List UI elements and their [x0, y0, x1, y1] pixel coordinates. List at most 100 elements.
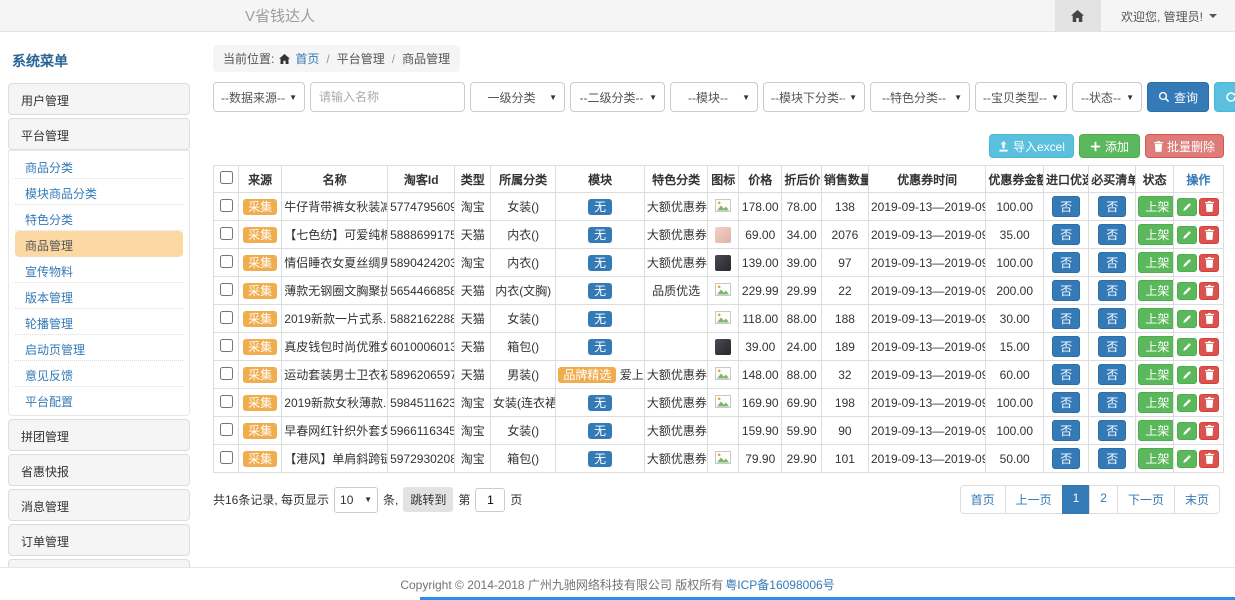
- must-buy-toggle[interactable]: 否: [1098, 364, 1126, 385]
- edit-button[interactable]: [1177, 198, 1197, 216]
- sidebar-item[interactable]: 拼团管理: [8, 419, 190, 451]
- sidebar-item[interactable]: 特色分类: [15, 205, 183, 231]
- edit-button[interactable]: [1177, 254, 1197, 272]
- page-button[interactable]: 首页: [960, 485, 1006, 514]
- name-search-input[interactable]: [310, 82, 465, 112]
- filter-level2-category[interactable]: --二级分类--▼: [570, 82, 665, 112]
- sidebar-item[interactable]: 版本管理: [15, 283, 183, 309]
- edit-button[interactable]: [1177, 338, 1197, 356]
- sidebar-item[interactable]: 轮播管理: [15, 309, 183, 335]
- status-button[interactable]: 上架: [1138, 420, 1173, 441]
- row-checkbox[interactable]: [220, 311, 233, 324]
- sidebar-item[interactable]: 启动页管理: [15, 335, 183, 361]
- must-buy-toggle[interactable]: 否: [1098, 448, 1126, 469]
- row-checkbox[interactable]: [220, 255, 233, 268]
- filter-item-type[interactable]: --宝贝类型--▼: [975, 82, 1067, 112]
- page-button[interactable]: 上一页: [1005, 485, 1063, 514]
- delete-button[interactable]: [1199, 226, 1219, 244]
- sidebar-item[interactable]: 订单管理: [8, 524, 190, 556]
- import-select-toggle[interactable]: 否: [1052, 364, 1080, 385]
- delete-button[interactable]: [1199, 422, 1219, 440]
- sidebar-item[interactable]: 宣传物料: [15, 257, 183, 283]
- sidebar-item[interactable]: 平台管理: [8, 118, 190, 150]
- import-select-toggle[interactable]: 否: [1052, 420, 1080, 441]
- sidebar-item[interactable]: 意见反馈: [15, 361, 183, 387]
- page-button[interactable]: 下一页: [1117, 485, 1175, 514]
- user-menu[interactable]: 欢迎您, 管理员!: [1121, 8, 1217, 25]
- row-checkbox[interactable]: [220, 339, 233, 352]
- delete-button[interactable]: [1199, 338, 1219, 356]
- filter-module-subcategory[interactable]: --模块下分类--▼: [763, 82, 865, 112]
- delete-button[interactable]: [1199, 310, 1219, 328]
- must-buy-toggle[interactable]: 否: [1098, 252, 1126, 273]
- status-button[interactable]: 上架: [1138, 280, 1173, 301]
- edit-button[interactable]: [1177, 226, 1197, 244]
- delete-button[interactable]: [1199, 394, 1219, 412]
- sidebar-item-active[interactable]: 商品管理: [15, 231, 183, 257]
- batch-delete-button[interactable]: 批量删除: [1145, 134, 1224, 158]
- edit-button[interactable]: [1177, 394, 1197, 412]
- sidebar-item[interactable]: 模块商品分类: [15, 179, 183, 205]
- import-select-toggle[interactable]: 否: [1052, 336, 1080, 357]
- row-checkbox[interactable]: [220, 227, 233, 240]
- must-buy-toggle[interactable]: 否: [1098, 224, 1126, 245]
- select-all-checkbox[interactable]: [220, 171, 233, 184]
- delete-button[interactable]: [1199, 254, 1219, 272]
- import-select-toggle[interactable]: 否: [1052, 308, 1080, 329]
- filter-module[interactable]: --模块--▼: [670, 82, 758, 112]
- row-checkbox[interactable]: [220, 283, 233, 296]
- sidebar-item[interactable]: 兑换管理: [8, 559, 190, 567]
- sidebar-item[interactable]: 消息管理: [8, 489, 190, 521]
- delete-button[interactable]: [1199, 198, 1219, 216]
- status-button[interactable]: 上架: [1138, 392, 1173, 413]
- row-checkbox[interactable]: [220, 199, 233, 212]
- edit-button[interactable]: [1177, 422, 1197, 440]
- import-select-toggle[interactable]: 否: [1052, 392, 1080, 413]
- delete-button[interactable]: [1199, 450, 1219, 468]
- must-buy-toggle[interactable]: 否: [1098, 196, 1126, 217]
- row-checkbox[interactable]: [220, 423, 233, 436]
- status-button[interactable]: 上架: [1138, 448, 1173, 469]
- sidebar-item[interactable]: 省惠快报: [8, 454, 190, 486]
- per-page-select[interactable]: 10 ▼: [334, 487, 378, 513]
- breadcrumb-home-link[interactable]: 首页: [295, 50, 319, 67]
- sidebar-item[interactable]: 平台配置: [15, 387, 183, 413]
- status-button[interactable]: 上架: [1138, 336, 1173, 357]
- import-excel-button[interactable]: 导入excel: [989, 134, 1074, 158]
- must-buy-toggle[interactable]: 否: [1098, 280, 1126, 301]
- import-select-toggle[interactable]: 否: [1052, 196, 1080, 217]
- edit-button[interactable]: [1177, 450, 1197, 468]
- edit-button[interactable]: [1177, 366, 1197, 384]
- import-select-toggle[interactable]: 否: [1052, 252, 1080, 273]
- page-button[interactable]: 1: [1062, 485, 1091, 514]
- status-button[interactable]: 上架: [1138, 224, 1173, 245]
- filter-status[interactable]: --状态--▼: [1072, 82, 1142, 112]
- jump-button[interactable]: 跳转到: [403, 487, 453, 512]
- page-button[interactable]: 末页: [1174, 485, 1220, 514]
- import-select-toggle[interactable]: 否: [1052, 224, 1080, 245]
- must-buy-toggle[interactable]: 否: [1098, 308, 1126, 329]
- page-number-input[interactable]: [475, 488, 505, 512]
- edit-button[interactable]: [1177, 282, 1197, 300]
- row-checkbox[interactable]: [220, 395, 233, 408]
- status-button[interactable]: 上架: [1138, 308, 1173, 329]
- filter-feature-category[interactable]: --特色分类--▼: [870, 82, 970, 112]
- filter-level1-category[interactable]: 一级分类▼: [470, 82, 565, 112]
- import-select-toggle[interactable]: 否: [1052, 448, 1080, 469]
- must-buy-toggle[interactable]: 否: [1098, 392, 1126, 413]
- import-select-toggle[interactable]: 否: [1052, 280, 1080, 301]
- reset-button[interactable]: 重置: [1214, 82, 1235, 112]
- filter-data-source[interactable]: --数据来源--▼: [213, 82, 305, 112]
- status-button[interactable]: 上架: [1138, 252, 1173, 273]
- page-button[interactable]: 2: [1089, 485, 1118, 514]
- add-button[interactable]: 添加: [1079, 134, 1140, 158]
- home-button[interactable]: [1055, 0, 1101, 32]
- row-checkbox[interactable]: [220, 451, 233, 464]
- delete-button[interactable]: [1199, 366, 1219, 384]
- sidebar-item[interactable]: 用户管理: [8, 83, 190, 115]
- must-buy-toggle[interactable]: 否: [1098, 336, 1126, 357]
- edit-button[interactable]: [1177, 310, 1197, 328]
- row-checkbox[interactable]: [220, 367, 233, 380]
- must-buy-toggle[interactable]: 否: [1098, 420, 1126, 441]
- status-button[interactable]: 上架: [1138, 364, 1173, 385]
